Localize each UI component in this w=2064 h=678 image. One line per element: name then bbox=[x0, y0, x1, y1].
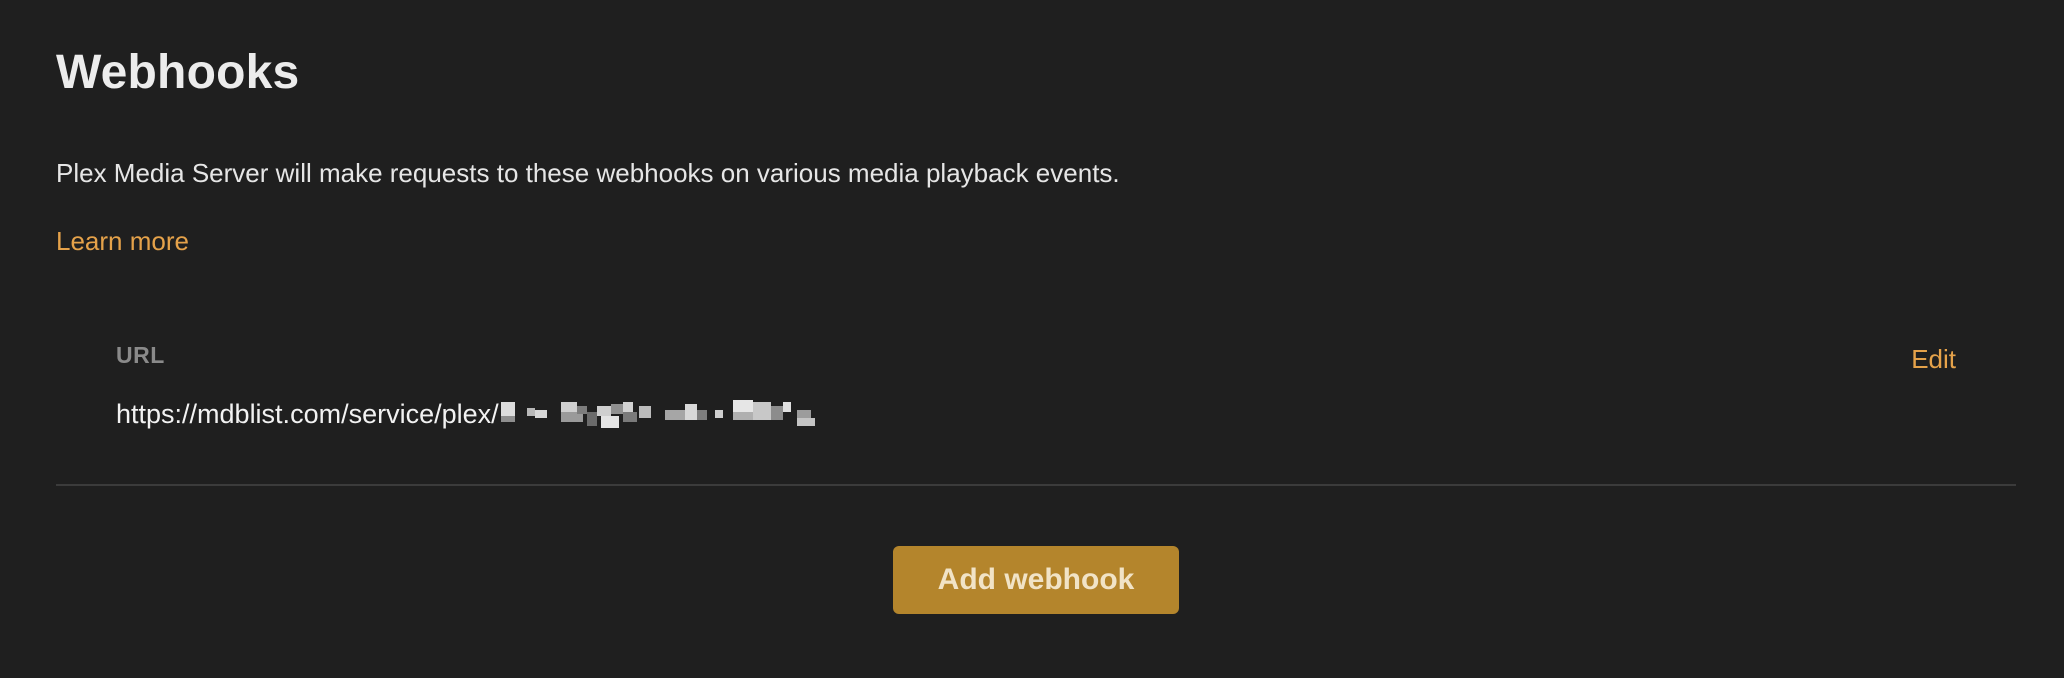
url-field-label: URL bbox=[116, 342, 165, 368]
webhooks-description: Plex Media Server will make requests to … bbox=[56, 158, 1120, 188]
webhook-url-text: https://mdblist.com/service/plex/ bbox=[116, 399, 499, 429]
redacted-url-token bbox=[500, 396, 871, 432]
edit-webhook-link[interactable]: Edit bbox=[1911, 342, 1956, 376]
learn-more-link[interactable]: Learn more bbox=[56, 224, 189, 258]
webhook-row: URL https://mdblist.com/service/plex/ Ed… bbox=[56, 330, 2016, 486]
page-title: Webhooks bbox=[56, 46, 300, 99]
webhooks-settings-page: Webhooks Plex Media Server will make req… bbox=[0, 0, 2064, 678]
webhook-url: https://mdblist.com/service/plex/ bbox=[116, 394, 871, 434]
add-webhook-button[interactable]: Add webhook bbox=[893, 546, 1179, 614]
